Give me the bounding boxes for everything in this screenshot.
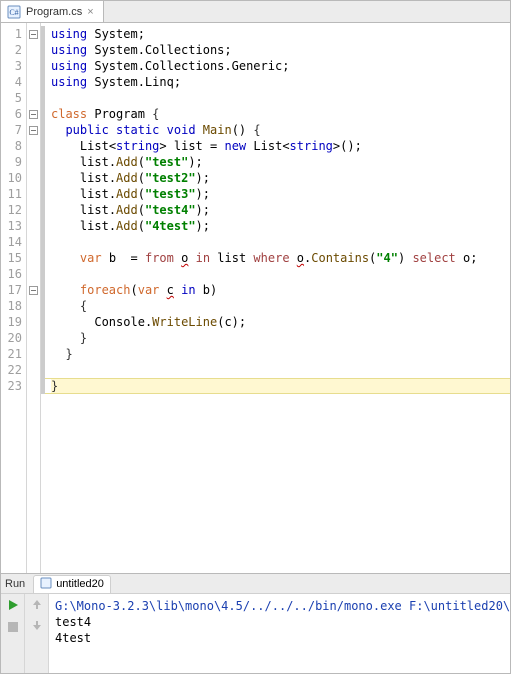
fold-spacer	[27, 330, 40, 346]
line-number: 20	[1, 330, 22, 346]
code-line[interactable]: var b = from o in list where o.Contains(…	[51, 250, 510, 266]
console-output-line: 4test	[55, 630, 504, 646]
ide-window: C# Program.cs × 123456789101112131415161…	[0, 0, 511, 674]
line-number: 21	[1, 346, 22, 362]
code-line[interactable]: using System.Linq;	[51, 74, 510, 90]
run-console[interactable]: G:\Mono-3.2.3\lib\mono\4.5/../../../bin/…	[49, 594, 510, 673]
code-line[interactable]: foreach(var c in b)	[51, 282, 510, 298]
line-number: 6	[1, 106, 22, 122]
code-line[interactable]: using System.Collections;	[51, 42, 510, 58]
code-line[interactable]: list.Add("4test");	[51, 218, 510, 234]
editor-tab[interactable]: C# Program.cs ×	[1, 1, 104, 22]
fold-spacer	[27, 378, 40, 394]
code-line[interactable]: List<string> list = new List<string>();	[51, 138, 510, 154]
code-line[interactable]: list.Add("test2");	[51, 170, 510, 186]
console-output-line: test4	[55, 614, 504, 630]
close-icon[interactable]: ×	[87, 7, 97, 17]
fold-spacer	[27, 90, 40, 106]
fold-spacer	[27, 218, 40, 234]
fold-spacer	[27, 346, 40, 362]
fold-toggle-icon[interactable]	[27, 26, 40, 42]
code-line[interactable]: }	[51, 330, 510, 346]
code-line[interactable]	[51, 362, 510, 378]
line-number: 2	[1, 42, 22, 58]
fold-spacer	[27, 74, 40, 90]
editor-tabbar: C# Program.cs ×	[1, 1, 510, 23]
stop-icon[interactable]	[7, 621, 19, 636]
line-number: 14	[1, 234, 22, 250]
code-line[interactable]: Console.WriteLine(c);	[51, 314, 510, 330]
fold-spacer	[27, 266, 40, 282]
line-number: 4	[1, 74, 22, 90]
fold-spacer	[27, 170, 40, 186]
fold-spacer	[27, 154, 40, 170]
fold-spacer	[27, 42, 40, 58]
line-number: 1	[1, 26, 22, 42]
fold-spacer	[27, 250, 40, 266]
code-line[interactable]: public static void Main() {	[51, 122, 510, 138]
line-number: 7	[1, 122, 22, 138]
play-icon[interactable]	[6, 598, 20, 615]
code-line[interactable]: using System.Collections.Generic;	[51, 58, 510, 74]
code-line[interactable]: list.Add("test3");	[51, 186, 510, 202]
editor-tab-label: Program.cs	[26, 6, 82, 18]
line-number: 15	[1, 250, 22, 266]
code-line[interactable]: list.Add("test");	[51, 154, 510, 170]
code-area[interactable]: using System;using System.Collections;us…	[45, 23, 510, 573]
code-line[interactable]	[51, 234, 510, 250]
run-controls	[1, 594, 25, 673]
code-line[interactable]: class Program {	[51, 106, 510, 122]
line-number: 5	[1, 90, 22, 106]
fold-toggle-icon[interactable]	[27, 106, 40, 122]
line-number: 11	[1, 186, 22, 202]
fold-spacer	[27, 298, 40, 314]
code-line[interactable]: }	[51, 378, 510, 394]
console-command: G:\Mono-3.2.3\lib\mono\4.5/../../../bin/…	[55, 598, 504, 614]
fold-toggle-icon[interactable]	[27, 282, 40, 298]
run-config-icon	[40, 577, 52, 592]
code-line[interactable]: using System;	[51, 26, 510, 42]
line-number: 8	[1, 138, 22, 154]
fold-spacer	[27, 58, 40, 74]
arrow-up-icon[interactable]	[31, 598, 43, 613]
line-number: 23	[1, 378, 22, 394]
fold-spacer	[27, 186, 40, 202]
fold-toggle-icon[interactable]	[27, 122, 40, 138]
run-config-name: untitled20	[56, 578, 104, 590]
arrow-down-icon[interactable]	[31, 619, 43, 634]
fold-spacer	[27, 138, 40, 154]
fold-gutter[interactable]	[27, 23, 41, 573]
line-number: 3	[1, 58, 22, 74]
fold-spacer	[27, 202, 40, 218]
line-number: 19	[1, 314, 22, 330]
run-config-tab[interactable]: untitled20	[33, 575, 111, 593]
line-number: 18	[1, 298, 22, 314]
code-line[interactable]	[51, 266, 510, 282]
line-number: 22	[1, 362, 22, 378]
line-number: 9	[1, 154, 22, 170]
line-number: 10	[1, 170, 22, 186]
line-number: 16	[1, 266, 22, 282]
run-toolbar: Run untitled20	[1, 574, 510, 594]
code-line[interactable]	[51, 90, 510, 106]
csharp-file-icon: C#	[7, 5, 21, 19]
line-number: 12	[1, 202, 22, 218]
fold-spacer	[27, 314, 40, 330]
code-line[interactable]: }	[51, 346, 510, 362]
code-editor[interactable]: 1234567891011121314151617181920212223 us…	[1, 23, 510, 573]
fold-spacer	[27, 234, 40, 250]
code-line[interactable]: {	[51, 298, 510, 314]
code-line[interactable]: list.Add("test4");	[51, 202, 510, 218]
fold-spacer	[27, 362, 40, 378]
run-toolwindow: Run untitled20	[1, 573, 510, 673]
line-number-gutter: 1234567891011121314151617181920212223	[1, 23, 27, 573]
run-nav	[25, 594, 49, 673]
line-number: 13	[1, 218, 22, 234]
line-number: 17	[1, 282, 22, 298]
svg-text:C#: C#	[9, 8, 18, 17]
run-label: Run	[5, 578, 25, 590]
